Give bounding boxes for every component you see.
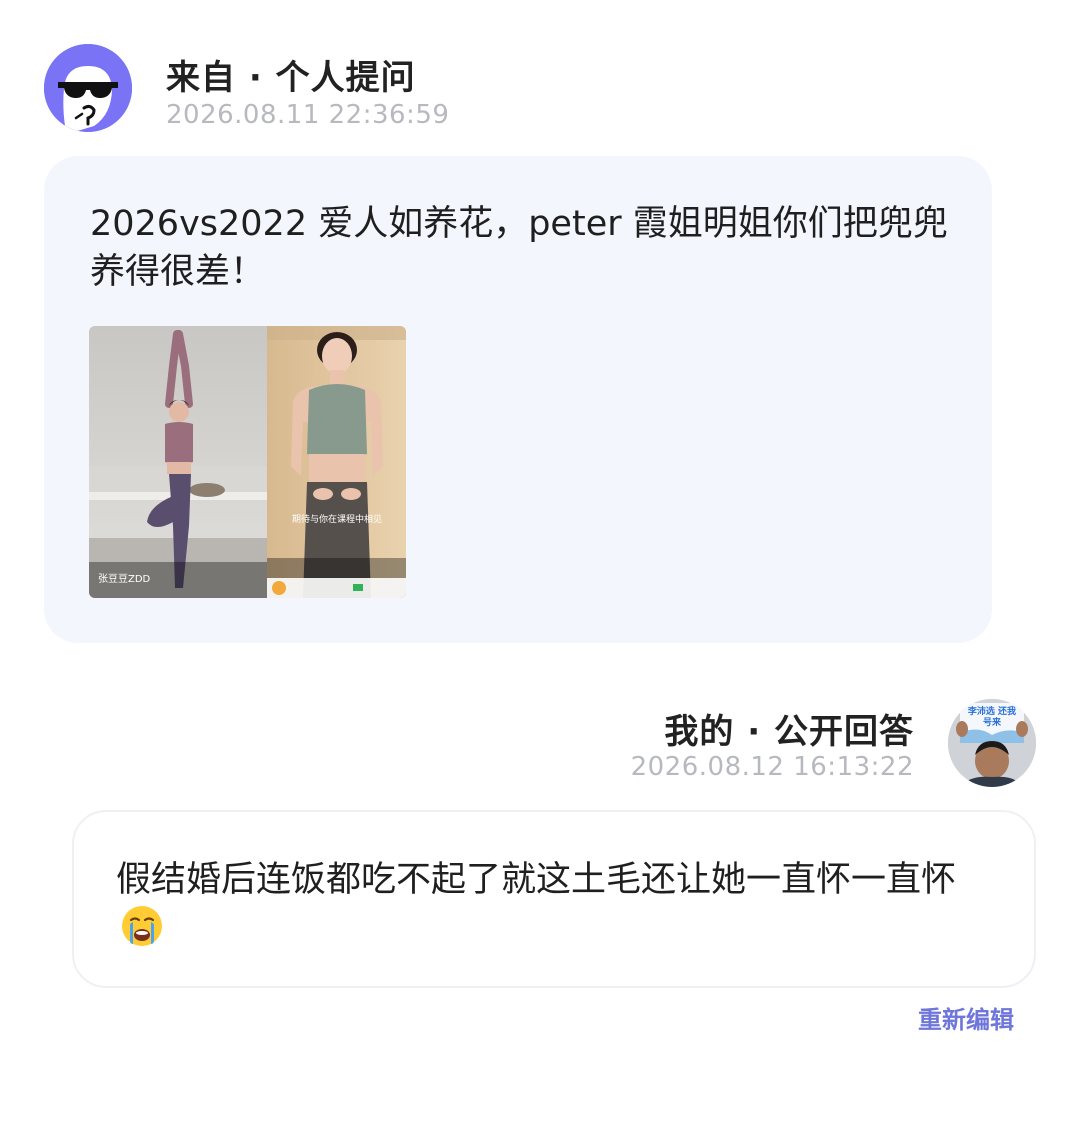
answer-text: 假结婚后连饭都吃不起了就这土毛还让她一直怀一直怀 — [116, 860, 957, 900]
re-edit-button[interactable]: 重新编辑 — [918, 1000, 1014, 1035]
image-caption: 张豆豆ZDD — [98, 574, 151, 585]
answer-card: 假结婚后连饭都吃不起了就这土毛还让她一直怀一直怀 — [72, 810, 1036, 988]
crying-face-emoji-icon — [122, 906, 162, 946]
answer-text-container: 假结婚后连饭都吃不起了就这土毛还让她一直怀一直怀 — [116, 856, 996, 953]
question-timestamp: 2026.08.11 22:36:59 — [166, 100, 450, 130]
question-image-attachment[interactable]: 张豆豆ZDD 期待与你在课程中相见 — [89, 326, 406, 598]
answerer-avatar[interactable]: 李沛选 还我号来 — [948, 699, 1036, 787]
question-image-yoga-pose[interactable]: 张豆豆ZDD — [89, 326, 267, 598]
answer-timestamp: 2026.08.12 16:13:22 — [630, 752, 914, 782]
question-source-label: 来自 · 个人提问 — [166, 58, 416, 98]
image-caption: 期待与你在课程中相见 — [292, 515, 383, 525]
question-text: 2026vs2022 爱人如养花，peter 霞姐明姐你们把兜兜养得很差！ — [90, 204, 948, 292]
answer-label: 我的 · 公开回答 — [664, 712, 914, 752]
asker-avatar[interactable] — [44, 44, 132, 132]
question-image-standing[interactable]: 期待与你在课程中相见 — [267, 326, 406, 598]
question-card: 2026vs2022 爱人如养花，peter 霞姐明姐你们把兜兜养得很差！ 张豆… — [44, 156, 992, 643]
sunglasses-face-icon — [44, 44, 132, 132]
avatar-sign-text: 李沛选 还我号来 — [967, 707, 1017, 728]
